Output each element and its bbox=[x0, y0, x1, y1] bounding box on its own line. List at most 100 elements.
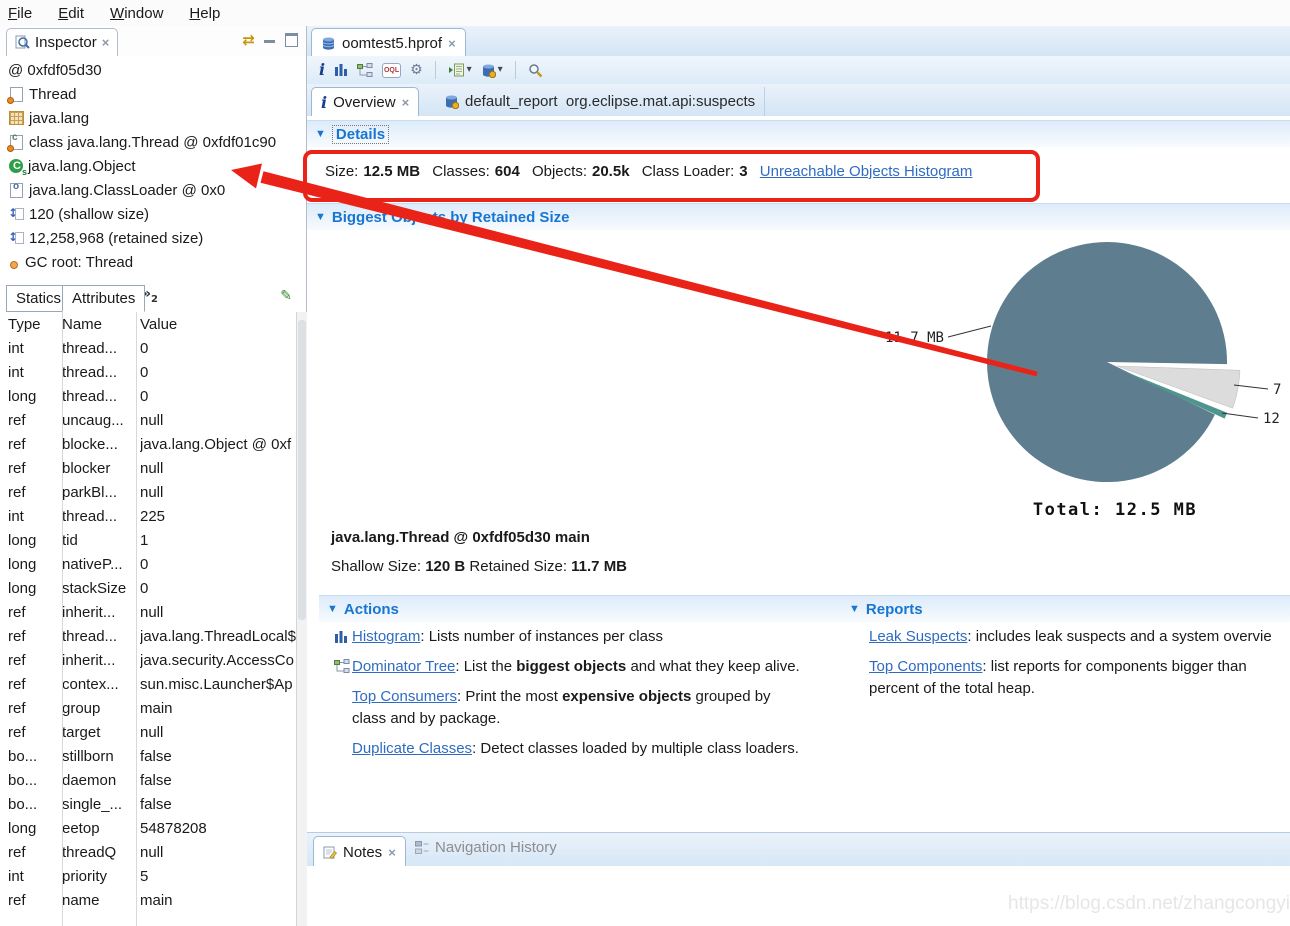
section-actions[interactable]: ▼ Actions bbox=[319, 595, 841, 622]
table-cell: null bbox=[140, 723, 164, 741]
tab-overview[interactable]: i Overview × bbox=[311, 87, 420, 117]
heapdump-actions-button[interactable]: ▾ bbox=[481, 63, 503, 78]
table-row[interactable]: ref contex... sun.misc.Launcher$Ap bbox=[0, 672, 296, 696]
pie-slice-main[interactable] bbox=[987, 242, 1228, 483]
table-row[interactable]: int thread... 225 bbox=[0, 504, 296, 528]
table-row[interactable]: int thread... 0 bbox=[0, 360, 296, 384]
inspector-item[interactable]: @ 0xfdf05d30 bbox=[0, 58, 296, 82]
chevron-down-icon[interactable]: ▾ bbox=[498, 65, 503, 75]
close-icon[interactable]: × bbox=[448, 36, 456, 51]
inspector-item[interactable]: java.lang bbox=[0, 106, 296, 130]
chevron-down-icon[interactable]: ▾ bbox=[467, 65, 472, 75]
table-cell: ref bbox=[8, 411, 26, 429]
table-row[interactable]: int priority 5 bbox=[0, 864, 296, 888]
inspector-item[interactable]: Thread bbox=[0, 82, 296, 106]
close-icon[interactable]: × bbox=[388, 845, 396, 860]
action-link[interactable]: Top Consumers bbox=[352, 688, 457, 705]
table-cell: ref bbox=[8, 675, 26, 693]
customize-gear-button[interactable]: ⚙ bbox=[410, 63, 423, 77]
selected-biggest-object[interactable]: java.lang.Thread @ 0xfdf05d30 main bbox=[331, 529, 590, 546]
inspector-item[interactable]: GC root: Thread bbox=[0, 250, 296, 274]
table-row[interactable]: ref blocker null bbox=[0, 456, 296, 480]
table-row[interactable]: ref threadQ null bbox=[0, 840, 296, 864]
table-row[interactable]: int thread... 0 bbox=[0, 336, 296, 360]
close-icon[interactable]: × bbox=[402, 95, 410, 110]
section-details[interactable]: ▼ Details bbox=[307, 120, 1290, 147]
tab-heapdump-editor[interactable]: oomtest5.hprof × bbox=[311, 28, 466, 57]
table-row[interactable]: ref inherit... null bbox=[0, 600, 296, 624]
table-row[interactable]: ref inherit... java.security.AccessCo bbox=[0, 648, 296, 672]
table-row[interactable]: long nativeP... 0 bbox=[0, 552, 296, 576]
column-divider[interactable] bbox=[136, 312, 137, 926]
table-cell: nativeP... bbox=[62, 555, 123, 573]
table-cell: long bbox=[8, 531, 37, 549]
unreachable-objects-link[interactable]: Unreachable Objects Histogram bbox=[760, 163, 973, 180]
col-value[interactable]: Value bbox=[140, 316, 296, 333]
table-row[interactable]: long eetop 54878208 bbox=[0, 816, 296, 840]
menu-item[interactable]: File bbox=[8, 5, 32, 22]
table-row[interactable]: long stackSize 0 bbox=[0, 576, 296, 600]
inspector-item[interactable]: java.lang.Object bbox=[0, 154, 296, 178]
overview-info-button[interactable]: i bbox=[319, 62, 325, 78]
table-row[interactable]: ref group main bbox=[0, 696, 296, 720]
histogram-button[interactable] bbox=[334, 63, 348, 77]
tab-notes[interactable]: Notes × bbox=[313, 836, 406, 867]
column-divider[interactable] bbox=[62, 312, 63, 926]
action-link[interactable]: Duplicate Classes bbox=[352, 740, 472, 757]
table-row[interactable]: ref name main bbox=[0, 888, 296, 912]
oql-button[interactable]: OQL bbox=[382, 62, 402, 78]
inspector-item[interactable]: 120 (shallow size) bbox=[0, 202, 296, 226]
table-row[interactable]: ref blocke... java.lang.Object @ 0xf bbox=[0, 432, 296, 456]
report-link[interactable]: Top Components bbox=[869, 658, 982, 675]
table-row[interactable]: ref uncaug... null bbox=[0, 408, 296, 432]
link-with-snapshot-icon[interactable]: ⇄ bbox=[242, 31, 255, 49]
dominator-tree-button[interactable] bbox=[357, 62, 373, 78]
table-row[interactable]: bo... single_... false bbox=[0, 792, 296, 816]
table-cell: bo... bbox=[8, 795, 38, 813]
inspector-item[interactable]: class java.lang.Thread @ 0xfdf01c90 bbox=[0, 130, 296, 154]
table-cell: main bbox=[140, 891, 173, 909]
table-row[interactable]: long thread... 0 bbox=[0, 384, 296, 408]
close-icon[interactable]: × bbox=[102, 35, 110, 50]
menu-item[interactable]: Help bbox=[189, 5, 220, 22]
tab-default-report[interactable]: default_report org.eclipse.mat.api:suspe… bbox=[435, 87, 766, 116]
inspector-item[interactable]: java.lang.ClassLoader @ 0x0 bbox=[0, 178, 296, 202]
menu-item[interactable]: Window bbox=[110, 5, 163, 22]
search-button[interactable] bbox=[528, 63, 543, 78]
notes-content[interactable] bbox=[307, 866, 1290, 926]
action-link[interactable]: Dominator Tree bbox=[352, 658, 455, 675]
minimize-icon[interactable] bbox=[264, 35, 276, 45]
scrollbar-vertical[interactable] bbox=[296, 312, 307, 926]
collapse-arrow-icon[interactable]: ▼ bbox=[315, 128, 326, 140]
collapse-arrow-icon[interactable]: ▼ bbox=[849, 603, 860, 615]
details-header: Details bbox=[331, 124, 390, 144]
pin-icon[interactable]: ✎ bbox=[280, 287, 292, 304]
table-row[interactable]: ref parkBl... null bbox=[0, 480, 296, 504]
menu-item[interactable]: Edit bbox=[58, 5, 84, 22]
table-row[interactable]: bo... stillborn false bbox=[0, 744, 296, 768]
action-desc: : Print the most bbox=[457, 688, 563, 705]
scrollbar-thumb[interactable] bbox=[298, 320, 306, 620]
section-reports[interactable]: ▼ Reports bbox=[841, 595, 1290, 622]
action-desc: : List the bbox=[455, 658, 517, 675]
table-cell: 54878208 bbox=[140, 819, 207, 837]
drilldown-button[interactable]: ▾ bbox=[448, 63, 472, 77]
table-row[interactable]: ref thread... java.lang.ThreadLocal$ bbox=[0, 624, 296, 648]
maximize-icon[interactable] bbox=[285, 33, 298, 47]
callout-line bbox=[1233, 384, 1269, 390]
action-link[interactable]: Histogram bbox=[352, 628, 420, 645]
tab-navigation-history[interactable]: Navigation History bbox=[415, 839, 557, 856]
col-name[interactable]: Name bbox=[62, 316, 140, 333]
collapse-arrow-icon[interactable]: ▼ bbox=[315, 211, 326, 223]
section-biggest-objects[interactable]: ▼ Biggest Objects by Retained Size bbox=[307, 203, 1290, 230]
table-row[interactable]: bo... daemon false bbox=[0, 768, 296, 792]
table-row[interactable]: ref target null bbox=[0, 720, 296, 744]
inspector-items: @ 0xfdf05d30 Thread java.lang class java.la… bbox=[0, 58, 296, 274]
collapse-arrow-icon[interactable]: ▼ bbox=[327, 603, 338, 615]
tab-attributes[interactable]: Attributes bbox=[62, 285, 146, 312]
table-row[interactable]: long tid 1 bbox=[0, 528, 296, 552]
inspector-item[interactable]: 12,258,968 (retained size) bbox=[0, 226, 296, 250]
col-type[interactable]: Type bbox=[8, 316, 62, 333]
tab-inspector[interactable]: Inspector × bbox=[6, 28, 119, 56]
report-link[interactable]: Leak Suspects bbox=[869, 628, 967, 645]
